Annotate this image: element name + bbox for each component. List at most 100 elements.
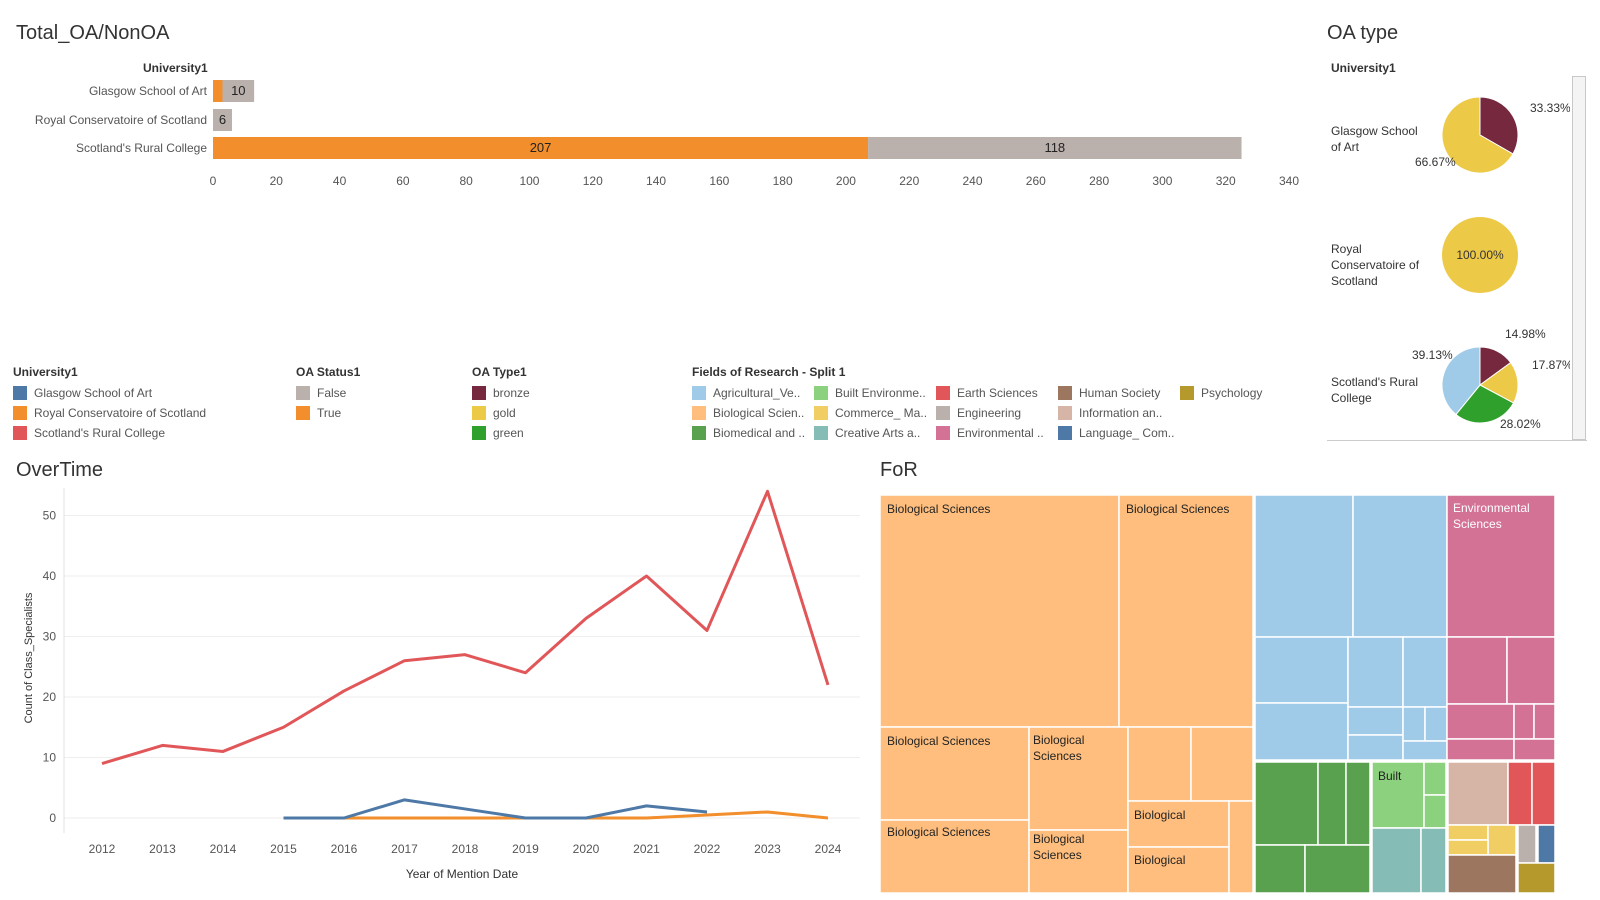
treemap-cell[interactable] (1347, 706, 1404, 736)
legend-label: False (317, 386, 347, 400)
treemap-cell-earth[interactable] (1531, 761, 1556, 826)
legend-item[interactable]: gold (472, 403, 632, 423)
treemap-cell[interactable] (1423, 794, 1447, 829)
treemap-cell[interactable] (1423, 761, 1447, 796)
pie-percent-label: 28.02% (1500, 417, 1541, 431)
legend-item[interactable]: Royal Conservatoire of Scotland (13, 403, 273, 423)
treemap-cell[interactable] (1402, 636, 1448, 708)
treemap-cell[interactable] (1254, 636, 1349, 704)
line-x-tick: 2018 (452, 842, 479, 856)
treemap-cell[interactable] (1228, 800, 1254, 894)
treemap-cell-commerce[interactable] (1487, 824, 1517, 856)
legend-label: Royal Conservatoire of Scotland (34, 406, 207, 420)
legend-label: gold (493, 406, 516, 420)
legend-item[interactable]: Earth Sciences (936, 383, 1058, 403)
treemap-cell[interactable] (1304, 844, 1371, 894)
legend-swatch (936, 406, 950, 420)
bar-x-tick: 220 (899, 174, 919, 188)
legend-item[interactable]: Agricultural_Ve.. (692, 383, 814, 403)
legend-item[interactable]: Biomedical and .. (692, 423, 814, 443)
treemap-cell-engineering[interactable] (1517, 824, 1537, 864)
legend-item[interactable]: Information an.. (1058, 403, 1180, 423)
overtime-line-chart: 0 10 20 30 40 50 2012 2013 2014 2015 2016 2017 2018 2… (23, 488, 860, 881)
treemap-cell[interactable] (1352, 495, 1448, 638)
treemap-cell[interactable] (1254, 761, 1319, 846)
legend-item[interactable]: Commerce_ Ma.. (814, 403, 936, 423)
legend-item[interactable]: Psychology (1180, 383, 1280, 403)
treemap-cell[interactable] (1254, 495, 1354, 638)
line-y-tick: 20 (43, 690, 57, 704)
treemap-cell[interactable] (1506, 636, 1556, 705)
legend-label: Environmental .. (957, 426, 1044, 440)
legend-label: Engineering (957, 406, 1022, 420)
line-x-tick: 2017 (391, 842, 418, 856)
bar-true[interactable] (213, 80, 223, 102)
treemap-cell[interactable] (1190, 726, 1254, 802)
treemap-cell[interactable] (1424, 706, 1448, 742)
legend-label: Biological Scien.. (713, 406, 805, 420)
treemap-cell[interactable] (1127, 726, 1192, 802)
treemap-cell[interactable] (1317, 761, 1347, 846)
line-y-tick: 50 (43, 509, 57, 523)
legend-item[interactable]: Biological Scien.. (692, 403, 814, 423)
treemap-cell[interactable] (1446, 703, 1515, 740)
treemap-cell[interactable] (880, 495, 1120, 728)
treemap-group-biomedical (1254, 761, 1371, 894)
pie-percent-label: 66.67% (1415, 155, 1456, 169)
line-series[interactable] (283, 798, 708, 820)
line-y-tick: 10 (43, 751, 57, 765)
treemap-cell-commerce[interactable] (1447, 839, 1489, 856)
treemap-cell[interactable] (1402, 706, 1426, 742)
legend-swatch (472, 406, 486, 420)
treemap-cell-information[interactable] (1447, 761, 1509, 826)
treemap-cell-commerce[interactable] (1447, 824, 1489, 841)
legend-item[interactable]: Creative Arts a.. (814, 423, 936, 443)
treemap-cell[interactable] (1345, 761, 1371, 846)
legend-item (1180, 423, 1280, 443)
bar-x-tick: 60 (396, 174, 410, 188)
treemap-cell[interactable] (1347, 636, 1404, 708)
legend-item[interactable]: Built Environme.. (814, 383, 936, 403)
treemap-cell[interactable] (1254, 702, 1349, 761)
treemap-cell[interactable] (1513, 738, 1556, 761)
treemap-cell[interactable] (1371, 827, 1422, 894)
legend-item[interactable]: False (296, 383, 456, 403)
bar-data-label: 10 (231, 83, 245, 98)
legend-swatch (13, 406, 27, 420)
treemap-cell[interactable] (1446, 738, 1515, 761)
legend-item[interactable]: Engineering (936, 403, 1058, 423)
legend-item[interactable]: Scotland's Rural College (13, 423, 273, 443)
treemap-cell-language[interactable] (1537, 824, 1556, 864)
treemap-cell[interactable] (1533, 703, 1556, 740)
legend-item (1180, 403, 1280, 423)
line-x-tick: 2019 (512, 842, 539, 856)
legend-item[interactable]: Environmental .. (936, 423, 1058, 443)
treemap-cell[interactable] (1513, 703, 1535, 740)
treemap-label-bio5-wrap: Biological Sciences (1033, 733, 1084, 763)
legend-item[interactable]: bronze (472, 383, 632, 403)
legend-item[interactable]: True (296, 403, 456, 423)
legend-item[interactable]: Language_ Com.. (1058, 423, 1180, 443)
line-y-tick: 30 (43, 630, 57, 644)
legend-item[interactable]: Human Society (1058, 383, 1180, 403)
treemap-cell[interactable] (1446, 636, 1508, 705)
treemap-cell-psychology[interactable] (1517, 862, 1556, 894)
oa-type-pie-charts: 33.33% 66.67% 100.00% 14.98% 17.87% 28.02% 39.… (1412, 96, 1570, 431)
legend-item[interactable]: green (472, 423, 632, 443)
pie-scrollbar[interactable] (1572, 76, 1586, 440)
treemap-label-env-wrap: Environmental Sciences (1453, 501, 1530, 531)
line-series[interactable] (101, 489, 830, 765)
legend-item[interactable]: Glasgow School of Art (13, 383, 273, 403)
treemap-cell-human-society[interactable] (1447, 854, 1517, 894)
treemap-cell[interactable] (1420, 827, 1447, 894)
treemap-cell[interactable] (1254, 844, 1306, 894)
treemap-label-bio4: Biological Sciences (887, 825, 990, 839)
treemap-cell[interactable] (1118, 495, 1254, 728)
bar-category-label: Royal Conservatoire of Scotland (35, 113, 207, 127)
line-x-tick: 2022 (694, 842, 721, 856)
treemap-cell[interactable] (1347, 734, 1404, 761)
total-chart-title: Total_OA/NonOA (16, 22, 170, 44)
treemap-cell-earth[interactable] (1507, 761, 1533, 826)
treemap-cell[interactable] (1402, 740, 1448, 761)
line-x-tick: 2013 (149, 842, 176, 856)
